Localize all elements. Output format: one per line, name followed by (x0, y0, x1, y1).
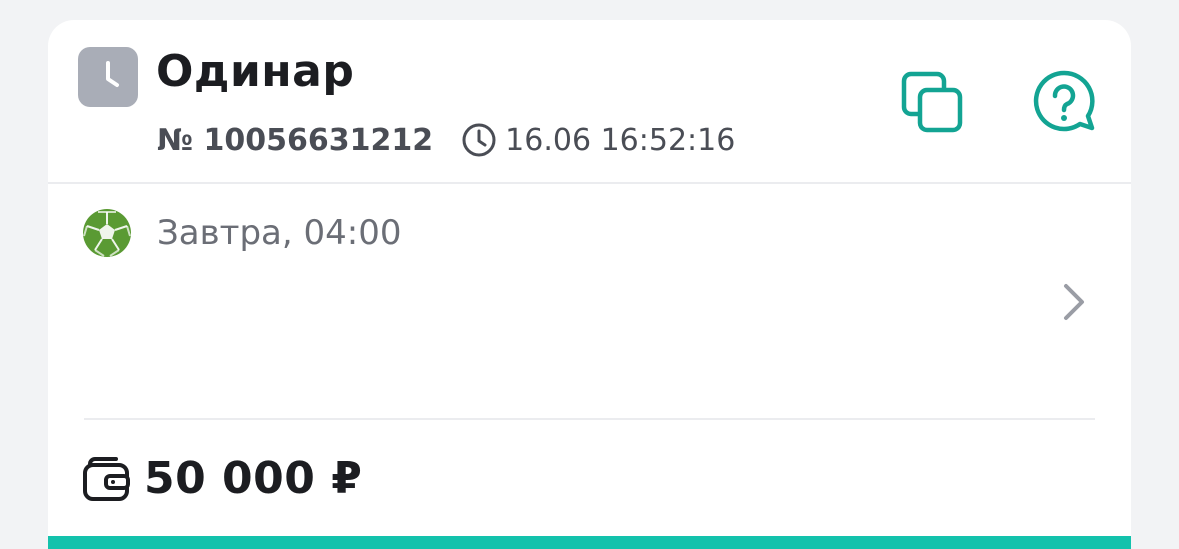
bet-card: Одинар № 10056631212 16.06 16:52:16 Завт… (48, 20, 1131, 549)
clock-icon (78, 47, 138, 107)
help-button[interactable] (1030, 68, 1098, 136)
event-time: Завтра, 04:00 (157, 213, 402, 253)
bottom-accent-bar (48, 536, 1131, 549)
row-divider (84, 418, 1095, 420)
clock-small-icon (461, 122, 497, 158)
copy-icon (901, 71, 963, 133)
copy-button[interactable] (900, 70, 966, 136)
help-chat-icon (1033, 70, 1095, 132)
chevron-right-icon (1058, 280, 1090, 324)
bet-datetime: 16.06 16:52:16 (505, 122, 736, 158)
bet-meta: № 10056631212 16.06 16:52:16 (157, 120, 735, 160)
stake-amount: 50 000 ₽ (144, 453, 363, 504)
wallet-icon (82, 456, 132, 502)
football-ball-icon (82, 208, 132, 258)
bet-number: № 10056631212 (157, 122, 434, 158)
bet-title: Одинар (156, 46, 355, 97)
event-row[interactable]: Завтра, 04:00 (48, 184, 1131, 420)
